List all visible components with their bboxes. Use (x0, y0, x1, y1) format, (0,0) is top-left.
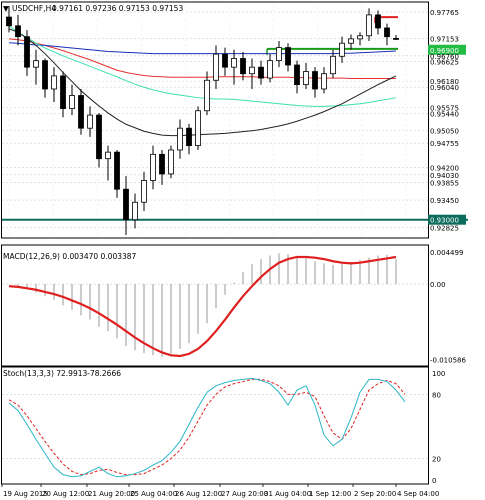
macd-panel: 0.004499 0.00 -0.010586 (2, 249, 466, 364)
candle-bull (69, 95, 75, 109)
candle-bull (213, 53, 219, 81)
candle-bear (24, 36, 30, 68)
candle-bear (240, 58, 246, 75)
candle-bear (159, 153, 165, 175)
candle-bear (393, 38, 399, 40)
price-label: 0.97765 (430, 9, 459, 17)
price-label: 0.94755 (430, 140, 459, 148)
panel-border (1, 244, 429, 367)
stoch-title: Stoch(13,3,3) 72.9913-78.2666 (3, 369, 121, 378)
stoch-axis-label: 0 (432, 477, 436, 485)
candle-bull (204, 79, 210, 112)
candle-bull (366, 14, 372, 37)
candle-bull (348, 38, 354, 44)
stoch-axis-label: 20 (432, 456, 441, 464)
candle-bear (186, 127, 192, 147)
price-label: 0.95440 (430, 110, 459, 118)
candle-bull (33, 60, 39, 68)
macd-axis-label: -0.010586 (430, 356, 466, 364)
chart-canvas: 0.977650.971530.969000.967600.966250.961… (1, 1, 468, 498)
price-axis-labels: 0.977650.971530.969000.967600.966250.961… (428, 9, 466, 232)
price-label: 0.97153 (430, 36, 459, 44)
candle-bear (123, 188, 129, 221)
time-label: 21 Aug 20:00 (88, 490, 135, 498)
candle-bull (339, 42, 345, 57)
main-price-grid (2, 4, 428, 238)
candle-bull (357, 35, 363, 40)
time-label: 25 Aug 04:00 (130, 490, 177, 498)
candle-bear (42, 60, 48, 90)
time-label: 2 Sep 20:00 (354, 490, 396, 498)
candle-bull (105, 151, 111, 160)
price-label: 0.96040 (430, 84, 459, 92)
chart-header: ▼ USDCHF,H4 0.97161 0.97236 0.97153 0.97… (3, 4, 183, 13)
macd-title: MACD(12,26,9) 0.003470 0.003387 (3, 252, 137, 261)
candle-bull (141, 180, 147, 203)
macd-signal-line (8, 255, 397, 358)
candle-bear (114, 151, 120, 190)
candle-bear (384, 27, 390, 38)
candle-bull (330, 55, 336, 75)
candle-bear (60, 75, 66, 109)
price-label: 0.92825 (430, 224, 459, 232)
ohlc-values: 0.97161 0.97236 0.97153 0.97153 (52, 4, 183, 13)
time-label: 20 Aug 12:00 (42, 490, 89, 498)
candle-bull (177, 127, 183, 151)
stochastic-panel: 100 80 20 0 (2, 370, 445, 485)
moving-average-line (8, 28, 397, 137)
candle-bull (321, 73, 327, 90)
time-label: 31 Aug 04:00 (264, 490, 311, 498)
macd-axis-label: 0.00 (430, 281, 446, 289)
candle-bull (87, 114, 93, 129)
time-label: 27 Aug 20:00 (221, 490, 268, 498)
price-label: 0.96625 (430, 59, 459, 67)
candle-bear (96, 114, 102, 160)
time-label: 4 Sep 04:00 (397, 490, 439, 498)
symbol-label: USDCHF,H4 (12, 4, 56, 13)
candle-bear (15, 25, 21, 38)
time-label: 26 Aug 12:00 (175, 490, 222, 498)
moving-averages (8, 25, 397, 137)
time-axis-labels: 19 Aug 201520 Aug 12:0021 Aug 20:0025 Au… (1, 484, 439, 498)
price-label: 0.95050 (430, 127, 459, 135)
stoch-signal-line (8, 378, 406, 476)
candle-bull (168, 149, 174, 175)
candle-bear (375, 14, 381, 29)
macd-axis-label: 0.004499 (430, 249, 463, 257)
stoch-main-line (8, 377, 406, 478)
candle-bull (303, 71, 309, 86)
panel-border (1, 366, 429, 485)
panel-border (1, 1, 429, 239)
candle-bull (132, 201, 138, 221)
candle-bull (267, 60, 273, 79)
time-label: 1 Sep 12:00 (309, 490, 351, 498)
candle-bull (231, 58, 237, 68)
dropdown-arrow-icon[interactable]: ▼ (3, 4, 9, 13)
candle-bull (51, 75, 57, 90)
candle-bull (150, 153, 156, 181)
candle-bear (258, 66, 264, 79)
price-label: 0.93450 (430, 197, 459, 205)
candle-bear (6, 16, 12, 27)
candlesticks (6, 6, 399, 235)
horizontal-levels (2, 16, 468, 221)
candle-bear (285, 47, 291, 66)
candle-bear (312, 71, 318, 90)
candle-bear (222, 53, 228, 68)
moving-average-line (8, 38, 396, 80)
candle-bull (249, 66, 255, 75)
moving-average-line (8, 25, 397, 107)
candle-bull (195, 110, 201, 147)
candle-bull (276, 47, 282, 62)
price-label: 0.93855 (430, 179, 459, 187)
stoch-axis-label: 80 (432, 391, 441, 399)
candle-bear (78, 95, 84, 129)
candle-bear (294, 64, 300, 86)
stoch-axis-label: 100 (432, 370, 445, 378)
